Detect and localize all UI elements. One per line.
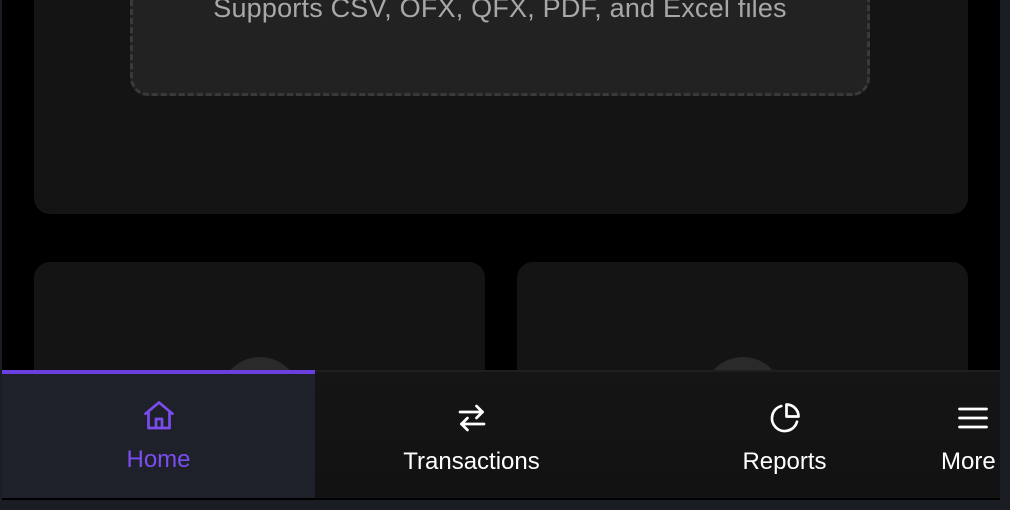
pie-chart-icon xyxy=(770,403,800,433)
app-screen: Supports CSV, OFX, QFX, PDF, and Excel f… xyxy=(0,0,1010,510)
menu-icon xyxy=(958,407,988,429)
arrows-swap-icon xyxy=(458,404,485,432)
nav-label-home: Home xyxy=(126,446,191,473)
nav-item-more[interactable]: More xyxy=(941,372,1001,498)
file-dropzone[interactable]: Supports CSV, OFX, QFX, PDF, and Excel f… xyxy=(130,0,870,96)
bottom-navigation: Home Transactions Reports More xyxy=(2,370,1000,498)
nav-item-transactions[interactable]: Transactions xyxy=(315,372,628,498)
nav-label-more: More xyxy=(941,448,996,475)
dropzone-hint: Supports CSV, OFX, QFX, PDF, and Excel f… xyxy=(213,0,787,23)
nav-item-home[interactable]: Home xyxy=(2,370,315,498)
nav-label-reports: Reports xyxy=(742,448,827,475)
nav-item-reports[interactable]: Reports xyxy=(628,372,941,498)
nav-label-transactions: Transactions xyxy=(403,448,540,475)
home-icon xyxy=(143,401,174,430)
import-card: Supports CSV, OFX, QFX, PDF, and Excel f… xyxy=(34,0,968,214)
